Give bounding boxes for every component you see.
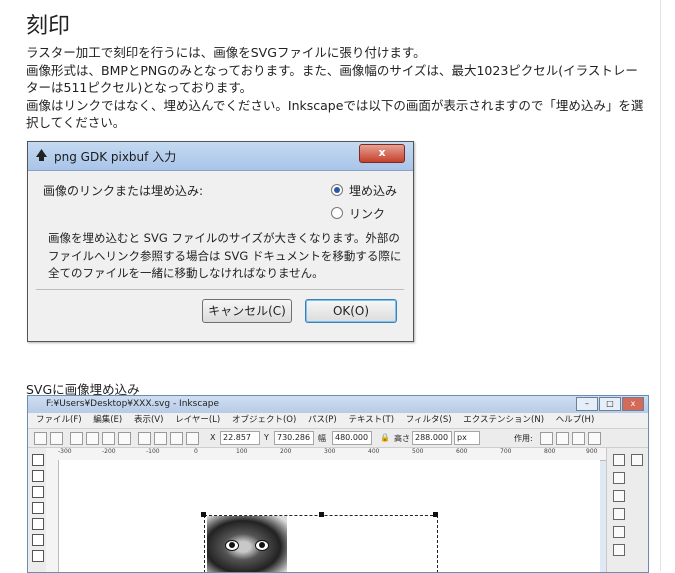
ruler-tick: 900 xyxy=(586,448,598,455)
dialog-titlebar: png GDK pixbuf 入力 x xyxy=(28,142,413,171)
dialog-divider xyxy=(36,289,404,290)
rotate-ccw-icon[interactable] xyxy=(70,432,83,445)
raise-top-icon[interactable] xyxy=(138,432,151,445)
scale-stroke-icon[interactable] xyxy=(540,432,553,445)
ruler-tick: 700 xyxy=(500,448,512,455)
tweak-tool-icon[interactable] xyxy=(32,486,44,498)
para-line-3: 画像はリンクではなく、埋め込んでください。Inkscapeでは以下の画面が表示さ… xyxy=(26,97,644,131)
open-icon[interactable] xyxy=(613,472,625,484)
menu-layer[interactable]: レイヤー(L) xyxy=(175,415,220,425)
transform-patterns-icon[interactable] xyxy=(588,432,601,445)
ruler-tick: 800 xyxy=(544,448,556,455)
radio-unselected-icon xyxy=(331,207,343,219)
menu-edit[interactable]: 編集(E) xyxy=(93,415,122,425)
menu-file[interactable]: ファイル(F) xyxy=(36,415,82,425)
3dbox-tool-icon[interactable] xyxy=(32,534,44,546)
dialog-title: png GDK pixbuf 入力 xyxy=(54,150,177,164)
height-input[interactable]: 288.000 xyxy=(412,431,452,445)
ruler-tick: -200 xyxy=(102,448,116,455)
y-label: Y xyxy=(264,433,269,442)
lower-bottom-icon[interactable] xyxy=(186,432,199,445)
selection-handle[interactable] xyxy=(319,512,324,517)
x-label: X xyxy=(210,433,216,442)
node-tool-icon[interactable] xyxy=(32,470,44,482)
select-all-icon[interactable] xyxy=(34,432,47,445)
selection-handle[interactable] xyxy=(201,512,206,517)
ruler-tick: 300 xyxy=(324,448,336,455)
inkscape-icon xyxy=(36,149,47,161)
rect-tool-icon[interactable] xyxy=(32,518,44,530)
print-icon[interactable] xyxy=(613,508,625,520)
ruler-tick: -300 xyxy=(58,448,72,455)
width-input[interactable]: 480.000 xyxy=(332,431,372,445)
menu-extensions[interactable]: エクステンション(N) xyxy=(463,415,544,425)
lock-icon[interactable]: 🔒 xyxy=(380,433,390,442)
vertical-ruler xyxy=(46,460,59,572)
embed-dialog: png GDK pixbuf 入力 x 画像のリンクまたは埋め込み: 埋め込み … xyxy=(27,141,414,342)
inkscape-title: F:¥Users¥Desktop¥XXX.svg - Inkscape xyxy=(46,399,220,409)
commands-bar xyxy=(606,448,648,572)
selection-handle[interactable] xyxy=(433,512,438,517)
menu-view[interactable]: 表示(V) xyxy=(134,415,163,425)
radio-embed-label: 埋め込み xyxy=(349,184,398,198)
ruler-tick: 400 xyxy=(368,448,380,455)
raise-icon[interactable] xyxy=(154,432,167,445)
ruler-tick: 100 xyxy=(236,448,248,455)
rotate-cw-icon[interactable] xyxy=(86,432,99,445)
menu-filter[interactable]: フィルタ(S) xyxy=(406,415,452,425)
zoom-tool-icon[interactable] xyxy=(32,502,44,514)
flip-vertical-icon[interactable] xyxy=(118,432,131,445)
flip-horizontal-icon[interactable] xyxy=(102,432,115,445)
width-label: 幅 xyxy=(318,434,326,443)
ruler-tick: 600 xyxy=(456,448,468,455)
ruler-tick: 500 xyxy=(412,448,424,455)
new-doc-icon[interactable] xyxy=(613,454,625,466)
ellipse-tool-icon[interactable] xyxy=(32,550,44,562)
para-line-1: ラスター加工で刻印を行うには、画像をSVGファイルに張り付けます。 xyxy=(26,45,426,60)
snap-toggle-icon[interactable] xyxy=(631,454,643,466)
drawing-canvas[interactable] xyxy=(59,460,600,572)
para-line-2: 画像形式は、BMPとPNGのみとなっております。また、画像幅のサイズは、最大10… xyxy=(26,62,638,96)
dialog-message: 画像を埋め込むと SVG ファイルのサイズが大きくなります。外部のファイルへリン… xyxy=(48,231,402,280)
transform-gradients-icon[interactable] xyxy=(572,432,585,445)
x-input[interactable]: 22.857 xyxy=(220,431,260,445)
radio-selected-icon xyxy=(331,184,343,196)
select-in-layers-icon[interactable] xyxy=(50,432,63,445)
embed-question: 画像のリンクまたは埋め込み: xyxy=(43,184,204,198)
inkscape-titlebar: F:¥Users¥Desktop¥XXX.svg - Inkscape – □ … xyxy=(28,396,648,413)
radio-embed[interactable]: 埋め込み xyxy=(331,182,397,199)
maximize-button[interactable]: □ xyxy=(599,397,621,411)
export-icon[interactable] xyxy=(613,544,625,556)
action-label: 作用: xyxy=(514,434,533,443)
selection-box xyxy=(204,515,438,572)
menu-path[interactable]: パス(P) xyxy=(308,415,337,425)
import-icon[interactable] xyxy=(613,526,625,538)
inkscape-menubar: ファイル(F) 編集(E) 表示(V) レイヤー(L) オブジェクト(O) パス… xyxy=(28,413,648,429)
selector-tool-icon[interactable] xyxy=(32,454,44,466)
radio-link[interactable]: リンク xyxy=(331,205,385,222)
instructions-paragraph: ラスター加工で刻印を行うには、画像をSVGファイルに張り付けます。 画像形式は、… xyxy=(26,44,646,132)
menu-object[interactable]: オブジェクト(O) xyxy=(232,415,296,425)
menu-text[interactable]: テキスト(T) xyxy=(348,415,394,425)
tool-palette xyxy=(28,448,47,572)
minimize-button[interactable]: – xyxy=(576,397,598,411)
close-button[interactable]: x xyxy=(359,144,405,163)
page-title: 刻印 xyxy=(26,14,71,39)
scale-corners-icon[interactable] xyxy=(556,432,569,445)
inkscape-toolbar: X 22.857 Y 730.286 幅 480.000 🔒 高さ 288.00… xyxy=(28,429,648,448)
inkscape-window: F:¥Users¥Desktop¥XXX.svg - Inkscape – □ … xyxy=(27,395,649,573)
ok-button[interactable]: OK(O) xyxy=(305,299,397,323)
menu-help[interactable]: ヘルプ(H) xyxy=(556,415,595,425)
height-label: 高さ xyxy=(394,434,410,443)
ruler-tick: 0 xyxy=(194,448,198,455)
ruler-tick: -100 xyxy=(146,448,160,455)
ruler-tick: 200 xyxy=(280,448,292,455)
y-input[interactable]: 730.286 xyxy=(274,431,314,445)
lower-icon[interactable] xyxy=(170,432,183,445)
save-icon[interactable] xyxy=(613,490,625,502)
unit-select[interactable]: px xyxy=(454,431,480,445)
window-close-button[interactable]: x xyxy=(622,397,644,411)
radio-link-label: リンク xyxy=(349,207,386,221)
cancel-button[interactable]: キャンセル(C) xyxy=(202,299,292,323)
